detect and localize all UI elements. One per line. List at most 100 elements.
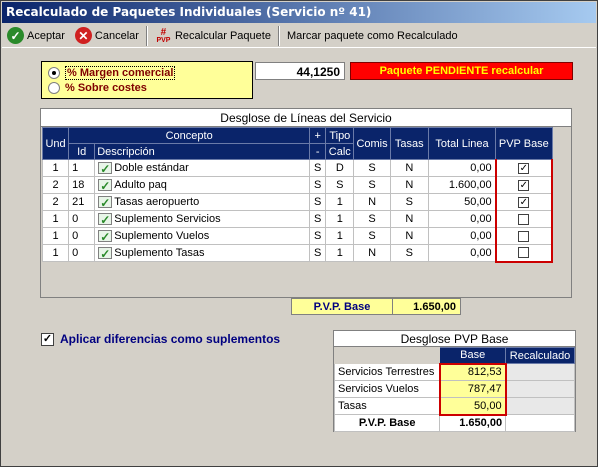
row-total[interactable]: 0,00 [427,159,497,177]
accept-button[interactable]: ✓ Aceptar [2,25,70,47]
row-pvp-base [494,227,554,245]
col-comis[interactable]: Comis [353,127,391,160]
col-tipo-top: Tipo [325,127,355,144]
row-tipo[interactable]: 1 [325,210,355,228]
mark-recalculated-button[interactable]: Marcar paquete como Recalculado [282,25,463,47]
row-description-text: Doble estándar [114,161,189,174]
cancel-button[interactable]: ✕ Cancelar [70,25,144,47]
row-sign[interactable]: S [309,227,327,245]
row-und[interactable]: 1 [41,159,70,177]
col-id[interactable]: Id [68,143,96,160]
accept-label: Aceptar [27,29,65,42]
col-und[interactable]: Und [41,127,70,160]
row-total[interactable]: 0,00 [427,244,497,262]
lines-total: P.V.P. Base 1.650,00 [291,298,461,315]
col-descripcion[interactable]: Descripción [94,143,311,160]
row-und[interactable]: 1 [41,227,70,245]
radio-costs-label: % Sobre costes [65,82,147,94]
pvp-row-recalc [505,380,575,398]
mark-label: Marcar paquete como Recalculado [286,29,458,42]
table-row[interactable]: 2 18 ✓ Adulto paq S S S N 1.600,00 ✓ [41,176,554,194]
row-und[interactable]: 1 [41,244,70,262]
row-total[interactable]: 0,00 [427,210,497,228]
row-description[interactable]: ✓ Suplemento Servicios [94,210,311,228]
row-tasas[interactable]: N [389,176,429,194]
row-tipo[interactable]: D [325,159,355,177]
row-comis[interactable]: S [353,176,391,194]
radio-dot [48,82,60,94]
pvp-base-checkbox[interactable]: ✓ [518,162,530,174]
table-row[interactable]: 1 0 ✓ Suplemento Vuelos S 1 S N 0,00 [41,227,554,245]
row-tasas[interactable]: S [389,193,429,211]
row-sign[interactable]: S [309,193,327,211]
row-und[interactable]: 2 [41,176,70,194]
row-comis[interactable]: N [353,244,391,262]
row-total[interactable]: 50,00 [427,193,497,211]
row-id[interactable]: 0 [68,210,96,228]
row-pvp-base: ✓ [494,193,554,211]
pvp-base-checkbox[interactable]: ✓ [518,196,530,208]
pvp-breakdown-panel: Desglose PVP Base Base Recalculado Servi… [333,330,576,432]
pvp-row-base[interactable]: 812,53 [438,362,507,381]
radio-margin[interactable]: % Margen comercial [48,66,176,80]
recalc-button[interactable]: # PVP Recalcular Paquete [150,25,276,47]
row-id[interactable]: 0 [68,227,96,245]
pvp-base-checkbox[interactable] [518,247,530,259]
table-row[interactable]: 1 1 ✓ Doble estándar S D S N 0,00 ✓ [41,159,554,177]
row-description[interactable]: ✓ Tasas aeropuerto [94,193,311,211]
row-pvp-base: ✓ [494,159,554,177]
row-sign[interactable]: S [309,210,327,228]
pvp-icon-text: PVP [156,36,171,44]
row-comis[interactable]: S [353,210,391,228]
row-description[interactable]: ✓ Suplemento Tasas [94,244,311,262]
row-tasas[interactable]: N [389,159,429,177]
window-title: Recalculado de Paquetes Individuales (Se… [2,2,596,23]
row-sign[interactable]: S [309,176,327,194]
row-description[interactable]: ✓ Doble estándar [94,159,311,177]
col-pvp-base[interactable]: PVP Base [495,127,553,160]
table-row[interactable]: 1 0 ✓ Suplemento Tasas S 1 N S 0,00 [41,244,554,263]
row-total[interactable]: 1.600,00 [427,176,497,194]
pvp-row-base[interactable]: 50,00 [438,397,507,416]
row-id[interactable]: 1 [68,159,96,177]
pvp-row-base[interactable]: 787,47 [438,380,507,398]
row-pvp-base [494,244,554,263]
row-tipo[interactable]: 1 [325,244,355,262]
row-comis[interactable]: S [353,159,391,177]
row-description[interactable]: ✓ Adulto paq [94,176,311,194]
row-und[interactable]: 1 [41,210,70,228]
row-tipo[interactable]: 1 [325,227,355,245]
apply-checkbox-box[interactable]: ✓ [41,332,54,346]
row-id[interactable]: 18 [68,176,96,194]
row-comis[interactable]: N [353,193,391,211]
col-tasas[interactable]: Tasas [389,127,429,160]
row-tasas[interactable]: N [389,210,429,228]
row-id[interactable]: 21 [68,193,96,211]
row-description-text: Suplemento Vuelos [114,229,210,242]
cancel-label: Cancelar [94,29,139,42]
table-row[interactable]: 2 21 ✓ Tasas aeropuerto S 1 N S 50,00 ✓ [41,193,554,211]
row-tasas[interactable]: N [389,227,429,245]
margin-value-field[interactable]: 44,1250 [255,62,345,80]
radio-costs[interactable]: % Sobre costes [48,82,147,94]
row-tipo[interactable]: S [325,176,355,194]
col-total[interactable]: Total Linea [427,127,497,160]
row-description[interactable]: ✓ Suplemento Vuelos [94,227,311,245]
table-row[interactable]: 1 0 ✓ Suplemento Servicios S 1 S N 0,00 [41,210,554,228]
apply-supplements-checkbox[interactable]: ✓ Aplicar diferencias como suplementos [41,332,280,346]
row-und[interactable]: 2 [41,193,70,211]
pvp-base-checkbox[interactable] [518,213,530,225]
row-total[interactable]: 0,00 [427,227,497,245]
checkmark-icon: ✓ [7,27,24,44]
row-tasas[interactable]: S [389,244,429,262]
radio-dot-selected [48,67,60,79]
row-sign[interactable]: S [309,159,327,177]
radio-margin-label: % Margen comercial [65,66,176,80]
row-sign[interactable]: S [309,244,327,262]
row-comis[interactable]: S [353,227,391,245]
row-tipo[interactable]: 1 [325,193,355,211]
pvp-base-checkbox[interactable]: ✓ [518,179,530,191]
pvp-base-checkbox[interactable] [518,230,530,242]
line-check-icon: ✓ [98,179,113,194]
row-id[interactable]: 0 [68,244,96,262]
